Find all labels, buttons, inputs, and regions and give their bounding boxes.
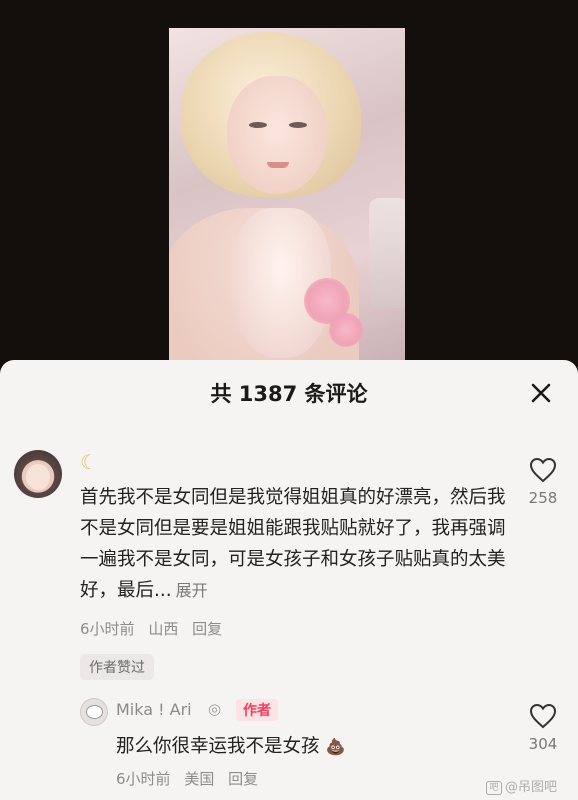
watermark-logo: 吧: [486, 780, 502, 795]
video-flower: [329, 313, 363, 347]
comment-body: 首先我不是女同但是我觉得姐姐真的好漂亮，然后我不是女同但是要是姐姐能跟我贴贴就好…: [80, 487, 506, 601]
comment-count-title: 共 1387 条评论: [210, 382, 368, 406]
video-figure-mouth: [267, 162, 289, 168]
video-thumbnail[interactable]: [169, 28, 405, 362]
video-figure-eye: [289, 122, 307, 128]
watermark-text: @吊图吧: [505, 780, 558, 795]
expand-link[interactable]: 展开: [176, 581, 208, 600]
close-button[interactable]: [526, 378, 556, 408]
like-button[interactable]: 304: [523, 703, 563, 753]
like-button[interactable]: 258: [523, 457, 563, 507]
dog-face: [86, 705, 103, 719]
video-figure-face: [227, 76, 327, 194]
reply-reply-button[interactable]: 回复: [228, 770, 258, 788]
video-background: [0, 0, 578, 362]
poop-emoji-icon: 💩: [325, 737, 346, 756]
comment-sheet: 共 1387 条评论 ☾ 首先我不是女同但是我觉得姐姐真的好漂亮，然后我不是女同…: [0, 360, 578, 800]
reply-time: 6小时前: [116, 770, 171, 788]
like-count: 258: [528, 489, 558, 507]
close-icon: [531, 383, 551, 403]
video-figure-eye: [249, 122, 267, 128]
comment-time: 6小时前: [80, 620, 135, 638]
video-decor: [369, 198, 405, 308]
reply-body: 那么你很幸运我不是女孩: [116, 736, 320, 757]
heart-icon: [529, 703, 557, 729]
comment-meta: 6小时前 山西 回复: [80, 618, 231, 639]
reply-username[interactable]: Mika ! Ari: [116, 700, 192, 719]
reply-meta: 6小时前 美国 回复: [116, 768, 267, 789]
reply-button[interactable]: 回复: [192, 620, 222, 638]
heart-icon: [529, 457, 557, 483]
like-count: 304: [528, 735, 558, 753]
dog-avatar[interactable]: [80, 698, 108, 726]
reply-text: 那么你很幸运我不是女孩 💩: [116, 732, 345, 758]
comment-location: 山西: [148, 620, 179, 638]
avatar-face: [26, 464, 50, 490]
comment-text: 首先我不是女同但是我觉得姐姐真的好漂亮，然后我不是女同但是要是姐姐能跟我贴贴就好…: [80, 482, 510, 606]
ring-icon: ◎: [208, 700, 222, 718]
watermark: 吧 @吊图吧: [486, 776, 557, 795]
user-avatar[interactable]: [14, 450, 62, 498]
reply-location: 美国: [184, 770, 215, 788]
author-badge: 作者: [236, 699, 278, 721]
author-liked-badge: 作者赞过: [80, 654, 154, 680]
moon-icon: ☾: [80, 450, 98, 474]
